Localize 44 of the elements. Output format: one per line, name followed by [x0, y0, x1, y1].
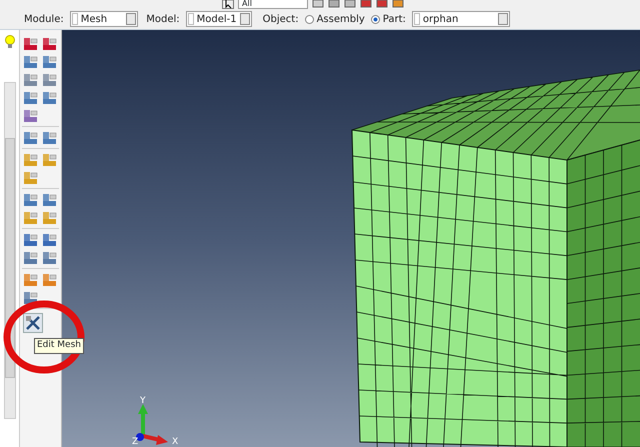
- mesh-tool-icon[interactable]: [23, 272, 39, 287]
- mesh-tool-icon[interactable]: [42, 72, 58, 87]
- object-radio[interactable]: Assembly: [304, 12, 365, 26]
- mesh-tool-icon[interactable]: [42, 54, 58, 69]
- mesh-tool-icon[interactable]: [42, 36, 58, 51]
- model-label: Model:: [146, 12, 180, 26]
- axis-label: Y: [140, 395, 146, 408]
- toolbar-tool-icon[interactable]: [392, 0, 404, 9]
- tooltip: Edit Mesh: [34, 338, 84, 354]
- mesh-tool-icon[interactable]: [42, 130, 58, 145]
- pointer-icon[interactable]: [222, 0, 234, 9]
- light-bulb-icon[interactable]: [4, 35, 16, 49]
- mesh-tool-icon[interactable]: [23, 130, 39, 145]
- part-dropdown[interactable]: orphan: [412, 11, 510, 27]
- mesh-tool-icon[interactable]: [23, 232, 39, 247]
- mesh-tool-icon[interactable]: [42, 232, 58, 247]
- toolbar-tool-icon[interactable]: [312, 0, 324, 9]
- scrollbar[interactable]: [4, 82, 16, 419]
- mesh-tool-icon[interactable]: [23, 72, 39, 87]
- mesh-tool-icon[interactable]: [23, 54, 39, 69]
- module-dropdown[interactable]: Mesh: [70, 11, 138, 27]
- axis-label: X: [172, 436, 178, 447]
- mesh-tool-icon[interactable]: [23, 90, 39, 105]
- mesh-tool-icon[interactable]: [23, 250, 39, 265]
- edit-mesh-icon[interactable]: [23, 313, 43, 333]
- axis-triad-drawing: [136, 404, 168, 445]
- module-label: Module:: [24, 12, 64, 26]
- object-radio[interactable]: Part:: [370, 12, 406, 26]
- mesh-tool-icon[interactable]: [23, 36, 39, 51]
- mesh-tool-icon[interactable]: [23, 108, 39, 123]
- model-dropdown[interactable]: Model-1: [186, 11, 252, 27]
- toolbar-tool-icon[interactable]: [376, 0, 388, 9]
- mesh-tool-icon[interactable]: [23, 290, 39, 305]
- selection-field[interactable]: All: [238, 0, 308, 9]
- mesh-tool-icon[interactable]: [23, 192, 39, 207]
- axis-label: Z: [132, 436, 138, 447]
- toolbar-tool-icon[interactable]: [328, 0, 340, 9]
- object-label: Object:: [262, 12, 299, 26]
- mesh-tool-icon[interactable]: [42, 250, 58, 265]
- toolbar-tool-icon[interactable]: [344, 0, 356, 9]
- mesh-tool-icon[interactable]: [42, 272, 58, 287]
- toolbar-tool-icon[interactable]: [360, 0, 372, 9]
- mesh-tool-icon[interactable]: [42, 90, 58, 105]
- mesh-tool-icon[interactable]: [42, 192, 58, 207]
